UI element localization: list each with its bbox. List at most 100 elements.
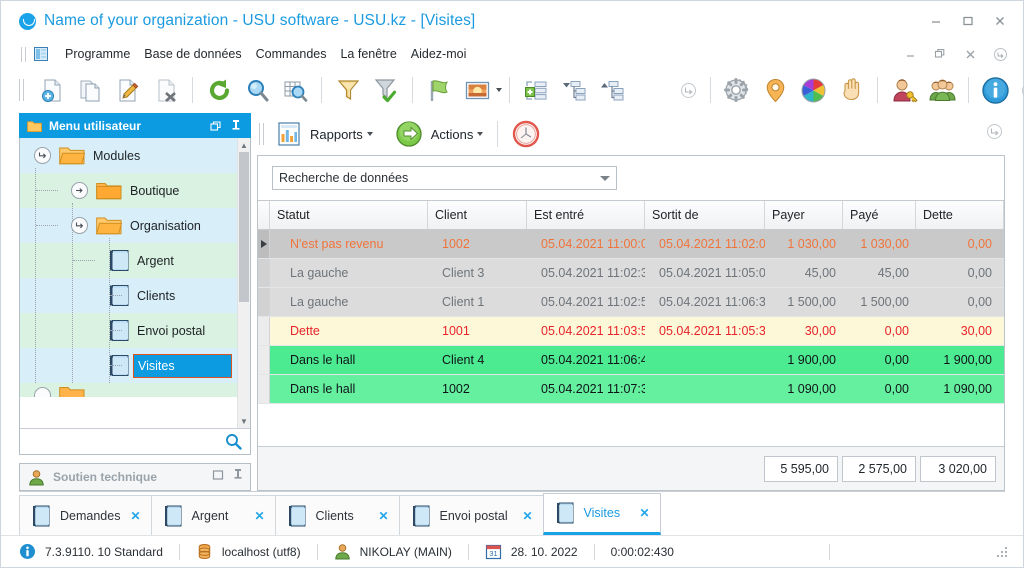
minimize-button[interactable] bbox=[921, 8, 951, 34]
grid-totals: 5 595,00 2 575,00 3 020,00 bbox=[258, 446, 1004, 490]
tab-bar: Demandes ✕ Argent ✕ Clients ✕ Envoi post… bbox=[1, 491, 1023, 535]
copy-record-button[interactable] bbox=[71, 71, 109, 109]
tab-demandes[interactable]: Demandes ✕ bbox=[19, 495, 152, 535]
column-header-paye[interactable]: Payé bbox=[843, 201, 916, 229]
hand-button[interactable] bbox=[832, 71, 870, 109]
menu-aidez-moi[interactable]: Aidez-moi bbox=[404, 45, 474, 63]
sidebar-pin-button[interactable] bbox=[227, 117, 245, 135]
toolbar-overflow-left-button[interactable] bbox=[673, 71, 703, 109]
chevron-down-icon[interactable] bbox=[594, 175, 616, 181]
scroll-down-icon[interactable]: ▼ bbox=[238, 414, 250, 428]
mdi-restore-button[interactable] bbox=[925, 43, 955, 65]
info-button[interactable] bbox=[976, 71, 1014, 109]
table-row[interactable]: La gauche Client 1 05.04.2021 11:02:57 0… bbox=[258, 288, 1004, 317]
sidebar-restore-button[interactable] bbox=[207, 117, 225, 135]
filter-button[interactable] bbox=[329, 71, 367, 109]
search-icon[interactable] bbox=[225, 433, 242, 450]
menu-drag-grip[interactable] bbox=[21, 46, 26, 62]
close-button[interactable] bbox=[985, 8, 1015, 34]
sidebar-scrollbar[interactable]: ▲ ▼ bbox=[237, 138, 250, 428]
table-row[interactable]: Dette 1001 05.04.2021 11:03:53 05.04.202… bbox=[258, 317, 1004, 346]
resize-grip-icon[interactable] bbox=[995, 545, 1009, 559]
tree-item-envoi-postal[interactable]: Envoi postal bbox=[20, 313, 237, 348]
table-row[interactable]: Dans le hall Client 4 05.04.2021 11:06:4… bbox=[258, 346, 1004, 375]
close-icon[interactable]: ✕ bbox=[522, 509, 532, 523]
support-pin-button[interactable] bbox=[232, 468, 244, 486]
tree-item-boutique[interactable]: Boutique bbox=[20, 173, 237, 208]
close-icon[interactable]: ✕ bbox=[254, 509, 264, 523]
cell-dette: 1 090,00 bbox=[943, 382, 992, 396]
actions-button[interactable]: Actions bbox=[391, 120, 488, 148]
add-group-button[interactable] bbox=[517, 71, 555, 109]
image-dropdown-caret[interactable] bbox=[496, 71, 502, 109]
table-row[interactable]: Dans le hall 1002 05.04.2021 11:07:39 1 … bbox=[258, 375, 1004, 404]
maximize-button[interactable] bbox=[953, 8, 983, 34]
column-header-payer[interactable]: Payer bbox=[765, 201, 843, 229]
column-header-dette[interactable]: Dette bbox=[916, 201, 1004, 229]
tree-item-argent[interactable]: Argent bbox=[20, 243, 237, 278]
menu-commandes[interactable]: Commandes bbox=[249, 45, 334, 63]
scroll-track[interactable] bbox=[238, 152, 250, 414]
sidebar-tree-panel: Modules Boutique Organisation Argent Cli… bbox=[19, 138, 251, 455]
table-search-button[interactable] bbox=[276, 71, 314, 109]
mdi-minimize-button[interactable] bbox=[895, 43, 925, 65]
scroll-thumb[interactable] bbox=[239, 152, 249, 302]
tree-item-partial[interactable] bbox=[20, 383, 237, 397]
mdi-close-button[interactable] bbox=[955, 43, 985, 65]
expand-icon[interactable] bbox=[71, 182, 88, 199]
toolbar-overflow-right-button[interactable] bbox=[1014, 71, 1024, 109]
tab-argent[interactable]: Argent ✕ bbox=[150, 495, 276, 535]
tree-item-modules[interactable]: Modules bbox=[20, 138, 237, 173]
close-icon[interactable]: ✕ bbox=[130, 509, 140, 523]
users-group-button[interactable] bbox=[923, 71, 961, 109]
tab-clients[interactable]: Clients ✕ bbox=[274, 495, 400, 535]
new-record-button[interactable] bbox=[33, 71, 71, 109]
actions-caret-icon[interactable] bbox=[477, 132, 484, 136]
tree-item-clients[interactable]: Clients bbox=[20, 278, 237, 313]
clock-button[interactable] bbox=[508, 120, 544, 148]
delete-record-button[interactable] bbox=[147, 71, 185, 109]
map-pin-button[interactable] bbox=[756, 71, 794, 109]
color-wheel-button[interactable] bbox=[794, 71, 832, 109]
image-button[interactable] bbox=[458, 71, 496, 109]
tab-visites[interactable]: Visites ✕ bbox=[542, 493, 661, 535]
content-toolbar-grip[interactable] bbox=[259, 123, 264, 145]
expand-tree-button[interactable] bbox=[593, 71, 631, 109]
user-rights-button[interactable] bbox=[885, 71, 923, 109]
flag-button[interactable] bbox=[420, 71, 458, 109]
table-row[interactable]: La gauche Client 3 05.04.2021 11:02:39 0… bbox=[258, 259, 1004, 288]
apply-filter-button[interactable] bbox=[367, 71, 405, 109]
support-restore-button[interactable] bbox=[212, 468, 224, 486]
content-overflow-button[interactable] bbox=[986, 123, 1003, 145]
collapse-icon[interactable] bbox=[71, 217, 88, 234]
collapse-tree-button[interactable] bbox=[555, 71, 593, 109]
scroll-up-icon[interactable]: ▲ bbox=[238, 138, 250, 152]
search-input[interactable]: Recherche de données bbox=[272, 166, 617, 190]
edit-record-button[interactable] bbox=[109, 71, 147, 109]
expand-icon[interactable] bbox=[34, 386, 51, 397]
cell-statut: N'est pas revenu bbox=[290, 237, 384, 251]
column-header-est-entre[interactable]: Est entré bbox=[527, 201, 645, 229]
reports-button[interactable]: Rapports bbox=[272, 121, 377, 147]
tree-item-organisation[interactable]: Organisation bbox=[20, 208, 237, 243]
search-button[interactable] bbox=[238, 71, 276, 109]
reports-caret-icon[interactable] bbox=[366, 132, 373, 136]
column-header-statut[interactable]: Statut bbox=[270, 201, 428, 229]
close-icon[interactable]: ✕ bbox=[639, 506, 649, 520]
close-icon[interactable]: ✕ bbox=[378, 509, 388, 523]
menu-la-fenetre[interactable]: La fenêtre bbox=[333, 45, 403, 63]
settings-button[interactable] bbox=[718, 71, 756, 109]
column-header-client[interactable]: Client bbox=[428, 201, 527, 229]
menu-base-de-donnees[interactable]: Base de données bbox=[137, 45, 248, 63]
table-row[interactable]: N'est pas revenu 1002 05.04.2021 11:00:0… bbox=[258, 230, 1004, 259]
column-header-sortit-de[interactable]: Sortit de bbox=[645, 201, 765, 229]
tree-item-visites[interactable]: Visites bbox=[20, 348, 237, 383]
refresh-button[interactable] bbox=[200, 71, 238, 109]
tab-envoi-postal[interactable]: Envoi postal ✕ bbox=[398, 495, 544, 535]
menu-programme[interactable]: Programme bbox=[58, 45, 137, 63]
toolbar-drag-grip[interactable] bbox=[19, 79, 24, 101]
book-icon bbox=[110, 249, 129, 271]
collapse-icon[interactable] bbox=[34, 147, 51, 164]
support-panel-header[interactable]: Soutien technique bbox=[19, 463, 251, 491]
mdi-overflow-button[interactable] bbox=[985, 43, 1015, 65]
